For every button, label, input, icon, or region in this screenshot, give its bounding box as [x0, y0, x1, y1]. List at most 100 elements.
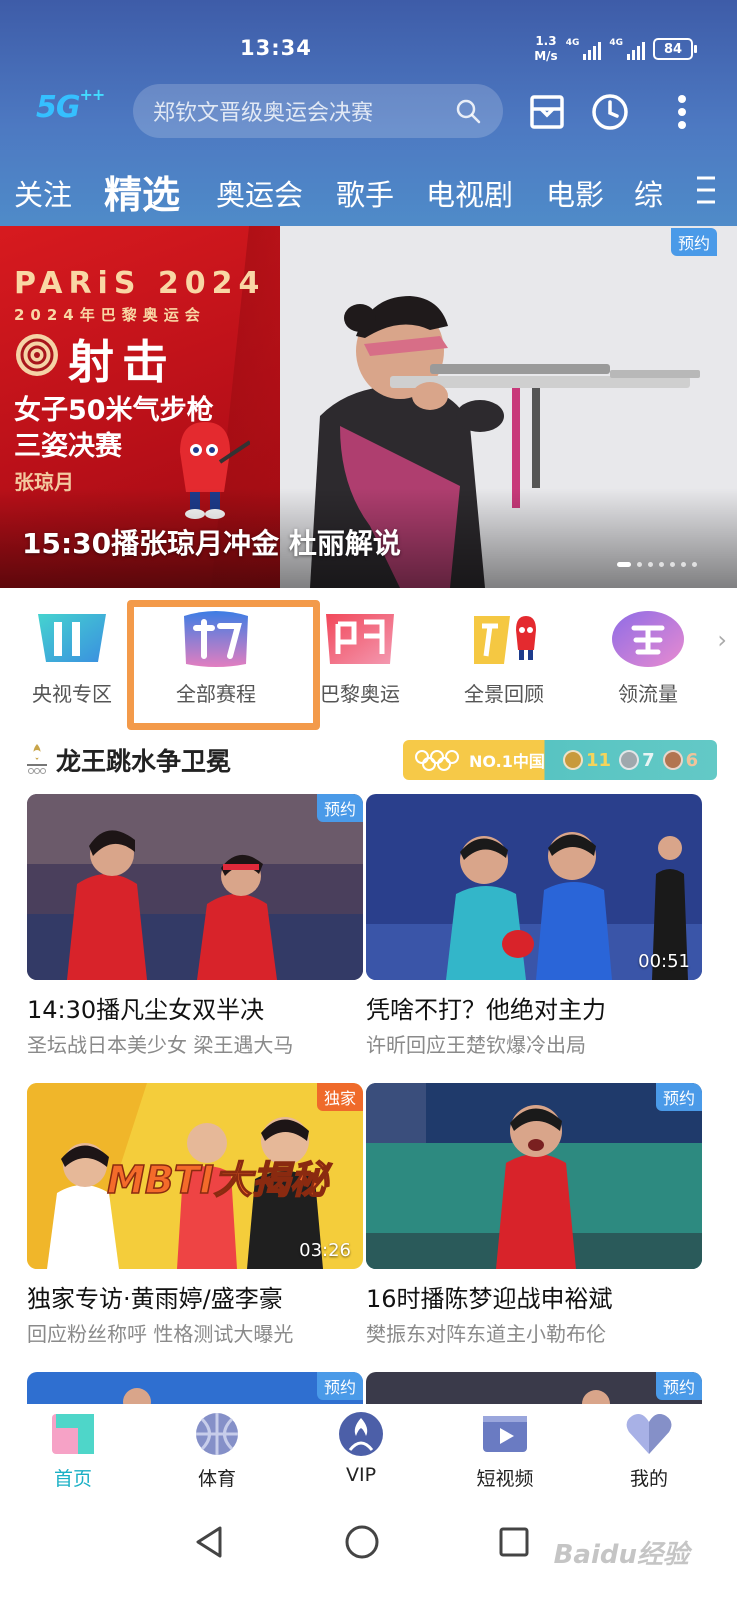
quick-entry-label: 央视专区 — [32, 682, 112, 706]
panorama-review-icon — [474, 616, 536, 664]
reserve-badge: 预约 — [670, 228, 717, 256]
search-placeholder: 郑钦文晋级奥运会决赛 — [153, 101, 374, 126]
video-duration: 03:26 — [299, 1240, 351, 1261]
menu-icon[interactable] — [693, 172, 719, 208]
video-card[interactable]: 预约 14:30播凡尘女双半决 圣坛战日本美少女 梁王遇大马 — [27, 794, 363, 1058]
chevron-right-icon[interactable]: › — [717, 626, 727, 654]
history-clock-icon[interactable] — [590, 92, 630, 132]
nav-home[interactable]: 首页 — [18, 1410, 128, 1491]
home-circle-icon[interactable] — [342, 1522, 382, 1562]
status-time: 13:34 — [240, 36, 312, 60]
video-card[interactable]: 预约 16时播陈梦迎战申裕斌 樊振东对阵东道主小勒布伦 — [366, 1083, 702, 1347]
card-subtitle: 圣坛战日本美少女 梁王遇大马 — [27, 1033, 294, 1057]
nav-short-video[interactable]: 短视频 — [450, 1410, 560, 1491]
reserve-badge: 预约 — [316, 794, 363, 822]
carousel-indicator[interactable] — [617, 562, 697, 567]
medal-table-banner[interactable]: NO.1中国 11 7 6 — [403, 740, 717, 780]
video-thumbnail: MBTI大揭秘 独家 03:26 — [27, 1083, 363, 1269]
quick-entry-label: 全景回顾 — [464, 682, 544, 706]
exclusive-badge: 独家 — [316, 1083, 363, 1111]
back-icon[interactable] — [190, 1522, 230, 1562]
tab-featured[interactable]: 精选 — [104, 164, 180, 219]
bronze-count: 6 — [685, 749, 699, 771]
bronze-medal-count: 6 — [662, 749, 699, 771]
quick-entry-cctv[interactable]: 央视专区 — [12, 598, 132, 707]
silver-medal-count: 7 — [619, 750, 655, 771]
chen-meng-thumbnail-image — [366, 1083, 702, 1269]
short-video-icon — [483, 1416, 527, 1452]
tab-singer[interactable]: 歌手 — [336, 172, 394, 214]
olympic-rings-icon — [415, 750, 459, 771]
banner-event-line-2: 三姿决赛 — [14, 431, 122, 462]
mbti-overlay-text: MBTI大揭秘 — [107, 1158, 333, 1202]
video-card[interactable]: MBTI大揭秘 独家 03:26 独家专访·黄雨婷/盛李豪 回应粉丝称呼 性格测… — [27, 1083, 363, 1347]
gold-medal-icon — [563, 750, 583, 770]
section-header: 龙王跳水争卫冕 NO.1中国 11 7 6 — [0, 738, 737, 782]
recents-icon[interactable] — [494, 1522, 534, 1562]
nav-label: 体育 — [197, 1468, 236, 1490]
reserve-badge: 预约 — [316, 1372, 363, 1400]
profile-heart-icon — [626, 1414, 672, 1454]
hero-banner[interactable]: PARiS 2024 2024年巴黎奥运会 射击 女子50米气步枪 三姿决赛 张… — [0, 226, 737, 588]
mailbox-icon[interactable] — [527, 92, 567, 132]
app-header: 13:34 1.3 M/s 4G 4G 84 5G++ 郑钦文晋级奥运会决赛 关… — [0, 0, 737, 230]
medal-rank: NO.1中国 — [469, 752, 545, 771]
banner-sport-title: 射击 — [68, 335, 176, 389]
card-subtitle: 许昕回应王楚钦爆冷出局 — [366, 1033, 586, 1057]
reserve-badge: 预约 — [655, 1083, 702, 1111]
nav-vip[interactable]: VIP — [306, 1410, 416, 1486]
status-indicators: 1.3 M/s 4G 4G 84 — [534, 34, 697, 64]
home-icon — [52, 1414, 94, 1454]
tab-tv-series[interactable]: 电视剧 — [426, 172, 513, 214]
nav-profile[interactable]: 我的 — [594, 1410, 704, 1491]
network-speed: 1.3 M/s — [534, 34, 557, 64]
network-speed-unit: M/s — [534, 49, 558, 63]
battery-level: 84 — [663, 41, 683, 57]
logo-text: 5G — [36, 90, 80, 125]
card-title: 14:30播凡尘女双半决 — [27, 996, 265, 1024]
banner-caption: 15:30播张琼月冲金 杜丽解说 — [22, 527, 401, 560]
signal-icon: 4G — [609, 38, 645, 60]
signal-tag: 4G — [565, 38, 580, 48]
shooting-target-icon — [16, 334, 58, 376]
nav-label: 短视频 — [476, 1468, 534, 1490]
section-title[interactable]: 龙王跳水争卫冕 — [56, 742, 231, 778]
network-speed-value: 1.3 — [535, 34, 557, 48]
quick-entry-panorama[interactable]: 全景回顾 — [444, 598, 564, 707]
nav-label: 首页 — [53, 1468, 92, 1490]
more-vertical-icon[interactable] — [662, 92, 702, 132]
nav-label: 我的 — [629, 1468, 668, 1490]
tab-movies[interactable]: 电影 — [546, 172, 604, 214]
badminton-thumbnail-image — [27, 794, 363, 980]
tab-olympics[interactable]: 奥运会 — [216, 172, 303, 214]
sports-icon — [196, 1413, 238, 1455]
gold-count: 11 — [586, 749, 612, 771]
video-thumbnail: 预约 — [27, 794, 363, 980]
video-card[interactable]: 00:51 凭啥不打？他绝对主力 许昕回应王楚钦爆冷出局 — [366, 794, 702, 1058]
video-thumbnail: 预约 — [366, 1083, 702, 1269]
tab-follow[interactable]: 关注 — [14, 172, 72, 214]
card-title: 独家专访·黄雨婷/盛李豪 — [27, 1285, 283, 1313]
search-icon[interactable] — [455, 98, 481, 124]
video-duration: 00:51 — [638, 951, 690, 972]
status-bar: 13:34 1.3 M/s 4G 4G 84 — [0, 0, 737, 80]
nav-sports[interactable]: 体育 — [162, 1410, 272, 1491]
quick-entry-data[interactable]: 领流量 — [588, 598, 708, 707]
paris-olympics-icon — [326, 614, 394, 664]
card-subtitle: 樊振东对阵东道主小勒布伦 — [366, 1322, 606, 1346]
watermark: Baidu经验 — [553, 1540, 689, 1570]
quick-entries: 央视专区 全部赛程 巴黎奥运 全景回顾 领流量 › — [0, 598, 737, 728]
claim-data-icon — [612, 611, 684, 667]
channel-tabs: 关注 精选 奥运会 歌手 电视剧 电影 综 — [0, 158, 737, 226]
tab-variety[interactable]: 综 — [634, 172, 663, 214]
gold-medal-count: 11 — [563, 750, 611, 771]
card-subtitle: 回应粉丝称呼 性格测试大曝光 — [27, 1322, 294, 1346]
logo-plus: ++ — [79, 85, 106, 104]
nav-label: VIP — [345, 1464, 377, 1486]
banner-event-subtitle: 2024年巴黎奥运会 — [14, 306, 206, 324]
search-input[interactable]: 郑钦文晋级奥运会决赛 — [133, 84, 503, 138]
highlight-annotation-box — [127, 600, 320, 730]
system-navigation-bar: Baidu经验 — [0, 1498, 737, 1600]
vip-icon — [339, 1412, 383, 1456]
app-logo[interactable]: 5G++ — [36, 85, 105, 125]
